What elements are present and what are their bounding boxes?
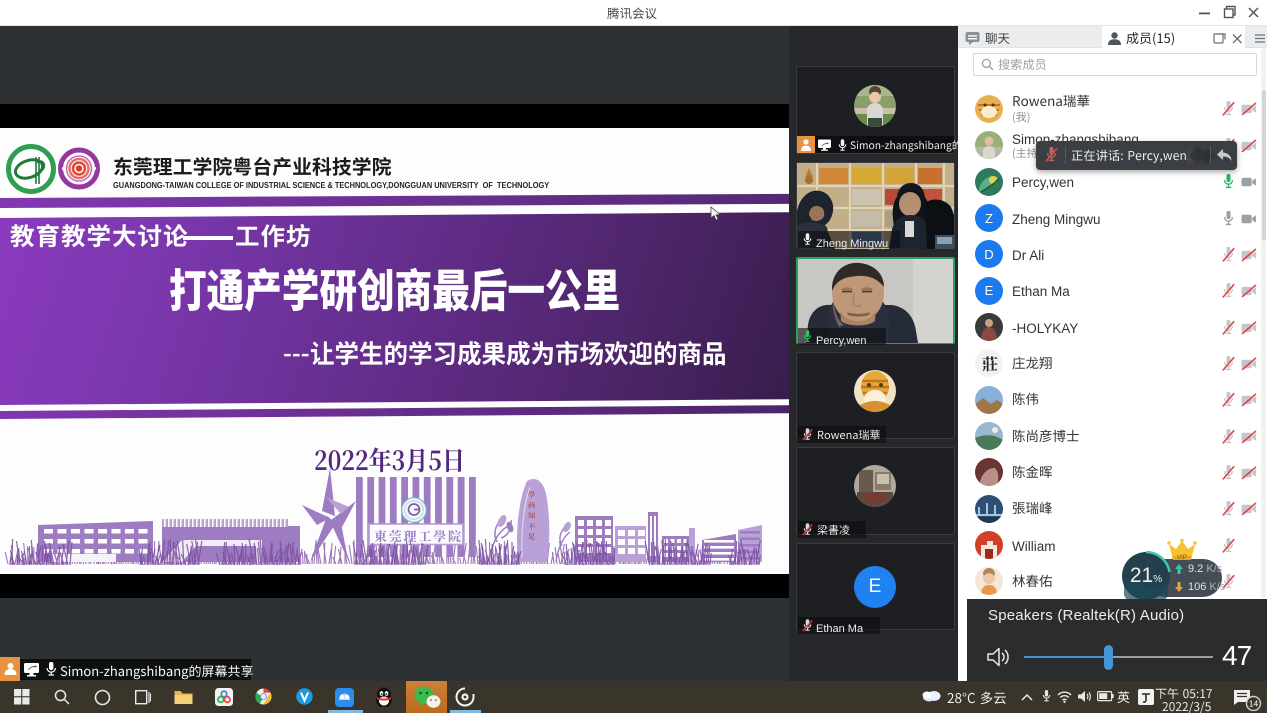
svg-text:VIP: VIP (1177, 555, 1187, 561)
svg-text:14: 14 (1249, 699, 1259, 709)
